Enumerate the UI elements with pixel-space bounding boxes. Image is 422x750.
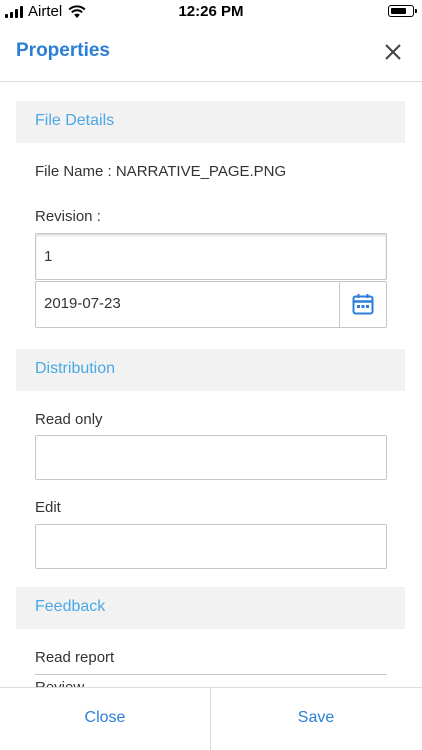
close-button[interactable]: Close <box>0 688 210 750</box>
section-header-file-details: File Details <box>16 101 405 143</box>
edit-label: Edit <box>35 499 61 516</box>
edit-input[interactable] <box>35 524 387 569</box>
section-title: File Details <box>35 112 115 129</box>
revision-input[interactable] <box>35 233 387 280</box>
section-header-feedback: Feedback <box>16 587 405 629</box>
read-only-input[interactable] <box>35 435 387 480</box>
properties-screen: Airtel 12:26 PM Properties File Details … <box>0 0 422 750</box>
calendar-icon <box>352 294 374 315</box>
review-label: Review <box>35 679 84 687</box>
section-title: Feedback <box>35 598 106 615</box>
close-icon[interactable] <box>382 41 404 63</box>
footer-bar: Close Save <box>0 687 422 750</box>
revision-label: Revision : <box>35 208 101 225</box>
properties-content[interactable]: File Details File Name : NARRATIVE_PAGE.… <box>0 82 422 687</box>
date-value: 2019-07-23 <box>44 295 121 312</box>
battery-icon <box>388 5 417 17</box>
read-report-label: Read report <box>35 649 115 666</box>
section-header-distribution: Distribution <box>16 349 405 391</box>
status-time: 12:26 PM <box>178 3 244 20</box>
page-title: Properties <box>16 40 110 61</box>
save-button[interactable]: Save <box>211 688 421 750</box>
read-report-divider <box>35 674 387 675</box>
read-only-label: Read only <box>35 411 103 428</box>
calendar-button[interactable] <box>339 282 386 327</box>
date-field[interactable]: 2019-07-23 <box>35 281 387 328</box>
section-title: Distribution <box>35 360 116 377</box>
status-bar: Airtel 12:26 PM <box>0 0 422 24</box>
header: Properties <box>0 24 422 82</box>
file-name-text: File Name : NARRATIVE_PAGE.PNG <box>35 163 287 180</box>
